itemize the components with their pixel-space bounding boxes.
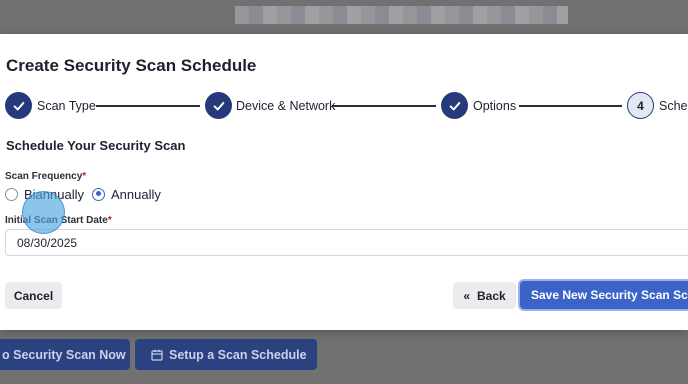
stepper: Scan Type Device & Network Options 4 Sch… xyxy=(5,92,688,120)
run-scan-now-button[interactable]: o Security Scan Now xyxy=(0,339,130,370)
back-button-label: Back xyxy=(477,288,506,303)
step-3-label: Options xyxy=(473,99,517,113)
touch-indicator xyxy=(22,191,65,234)
modal-title: Create Security Scan Schedule xyxy=(6,56,257,75)
double-chevron-left-icon: « xyxy=(463,288,470,303)
radio-annually-label[interactable]: Annually xyxy=(111,187,161,202)
step-1-label: Scan Type xyxy=(37,99,96,113)
required-mark: * xyxy=(107,215,112,226)
section-heading: Schedule Your Security Scan xyxy=(6,138,186,153)
step-4-number: 4 xyxy=(627,92,654,119)
frequency-label-text: Scan Frequency xyxy=(5,171,83,182)
setup-schedule-button[interactable]: Setup a Scan Schedule xyxy=(135,339,317,370)
required-mark: * xyxy=(82,171,87,182)
radio-biannually[interactable] xyxy=(5,187,18,201)
step-connector xyxy=(519,105,622,107)
frequency-label: Scan Frequency* xyxy=(5,171,86,182)
back-button[interactable]: « Back xyxy=(453,282,516,309)
radio-option-annually[interactable]: Annually xyxy=(92,187,161,202)
step-2-label: Device & Network xyxy=(236,99,336,113)
step-connector xyxy=(332,105,436,107)
calendar-icon xyxy=(151,349,163,361)
cancel-button[interactable]: Cancel xyxy=(5,282,62,309)
step-3-check-icon xyxy=(441,92,468,119)
create-schedule-modal: Create Security Scan Schedule Scan Type … xyxy=(0,34,688,330)
start-date-input[interactable] xyxy=(5,229,688,256)
step-1-check-icon xyxy=(5,92,32,119)
radio-annually[interactable] xyxy=(92,187,105,201)
blurred-header xyxy=(235,6,568,24)
step-4-label: Sched xyxy=(659,99,688,113)
setup-schedule-label: Setup a Scan Schedule xyxy=(169,347,307,362)
save-schedule-button[interactable]: Save New Security Scan Schedule xyxy=(520,281,688,309)
step-connector xyxy=(96,105,200,107)
step-2-check-icon xyxy=(205,92,232,119)
